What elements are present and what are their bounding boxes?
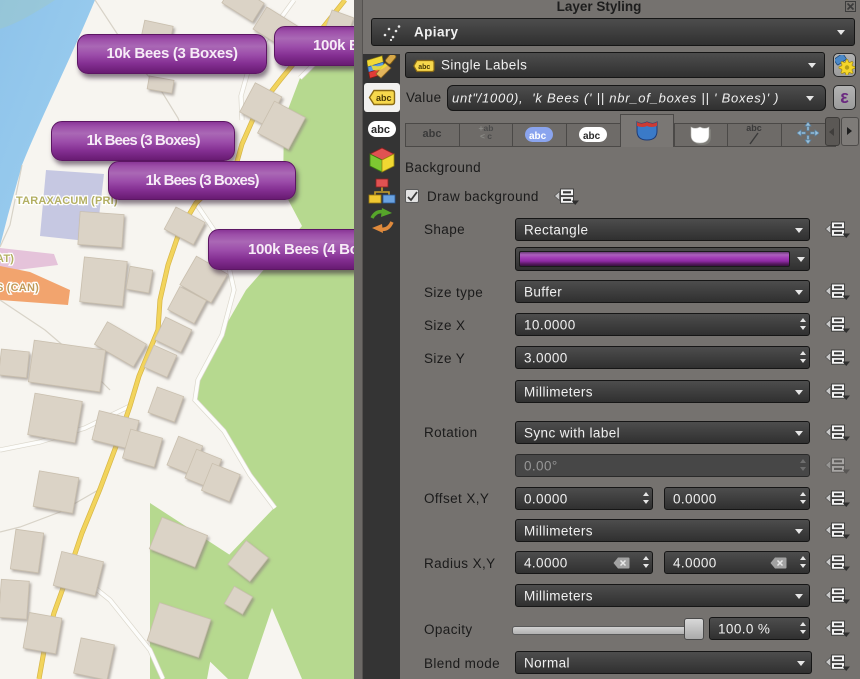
svg-text:abc: abc (376, 93, 392, 103)
svg-text:abc: abc (418, 64, 430, 71)
svg-text:abc: abc (371, 124, 390, 136)
svg-text:AT): AT) (0, 253, 14, 265)
svg-text:TARAXACUM (PRI): TARAXACUM (PRI) (16, 195, 118, 207)
svg-text:abc: abc (529, 131, 547, 142)
svg-text:S (CAN): S (CAN) (0, 282, 39, 294)
svg-text:abc: abc (583, 131, 601, 142)
